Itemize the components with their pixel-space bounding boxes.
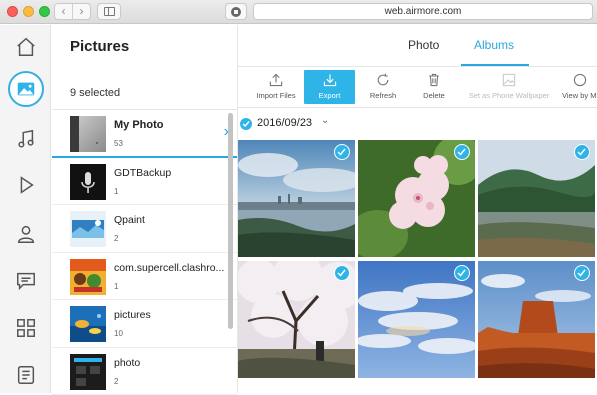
upload-icon [268, 72, 284, 88]
trash-icon [426, 72, 442, 88]
tab-albums[interactable]: Albums [474, 38, 514, 52]
rail-item-pictures[interactable] [0, 69, 51, 109]
view-by-button[interactable]: View by M [562, 70, 597, 104]
photo-thumbnail[interactable] [358, 261, 475, 378]
apps-icon [15, 317, 37, 339]
photo-thumbnail[interactable] [478, 261, 595, 378]
set-wallpaper-label: Set as Phone Wallpaper [469, 91, 550, 100]
photo-thumbnail[interactable] [238, 261, 355, 378]
album-thumbnail [70, 211, 106, 247]
album-count: 10 [114, 329, 123, 338]
group-date: 2016/09/23 [257, 117, 312, 129]
back-arrow-icon[interactable]: ‹ [55, 4, 73, 19]
active-tab-indicator [461, 64, 529, 66]
photo-thumbnail[interactable] [238, 140, 355, 257]
refresh-label: Refresh [370, 91, 396, 100]
album-name: pictures [114, 309, 226, 321]
download-icon [322, 72, 338, 88]
set-wallpaper-button[interactable]: Set as Phone Wallpaper [464, 70, 554, 104]
list-item[interactable]: My Photo 53 › [52, 110, 237, 158]
check-icon [242, 120, 250, 128]
rail-item-apps[interactable] [0, 308, 51, 348]
list-scrollbar[interactable] [228, 113, 233, 329]
album-name: com.supercell.clashro... [114, 262, 226, 274]
selected-check-icon [454, 144, 470, 160]
sidebar-icon [104, 7, 115, 16]
album-count: 53 [114, 139, 123, 148]
forward-arrow-icon[interactable]: › [73, 4, 90, 19]
album-count: 1 [114, 282, 118, 291]
nav-rail [0, 25, 51, 393]
rail-item-music[interactable] [0, 119, 51, 159]
selected-check-icon [454, 265, 470, 281]
sidebar-toggle-button[interactable] [97, 3, 121, 20]
photo-thumbnail[interactable] [478, 140, 595, 257]
import-files-label: Import Files [256, 91, 295, 100]
main-panel: Photo Albums Import Files Export Refresh… [238, 25, 597, 393]
extension-icon [231, 7, 241, 17]
list-item[interactable]: com.supercell.clashro... 1 [52, 253, 237, 301]
photo-thumbnail[interactable] [358, 140, 475, 257]
pictures-icon [15, 78, 37, 100]
chevron-down-icon[interactable]: ⌄ [321, 115, 329, 126]
rail-item-home[interactable] [0, 27, 51, 67]
rail-item-videos[interactable] [0, 165, 51, 205]
rail-active-indicator [8, 71, 44, 107]
album-thumbnail [70, 306, 106, 342]
export-button[interactable]: Export [304, 70, 355, 104]
album-name: photo [114, 357, 226, 369]
album-name: Qpaint [114, 214, 226, 226]
view-by-label: View by M [562, 91, 596, 100]
selected-count: 9 selected [70, 87, 120, 99]
documents-icon [15, 364, 37, 386]
selected-check-icon [334, 144, 350, 160]
list-item[interactable]: GDTBackup 1 [52, 158, 237, 206]
contacts-icon [15, 223, 37, 245]
list-item[interactable]: Qpaint 2 [52, 205, 237, 253]
selected-check-icon [334, 265, 350, 281]
history-nav: ‹ › [54, 3, 91, 20]
refresh-button[interactable]: Refresh [362, 70, 404, 104]
refresh-icon [375, 72, 391, 88]
browser-toolbar: ‹ › web.airmore.com [0, 0, 597, 24]
album-name: My Photo [114, 119, 226, 131]
close-window-button[interactable] [7, 6, 18, 17]
album-count: 2 [114, 377, 118, 386]
delete-label: Delete [423, 91, 445, 100]
album-panel: Pictures 9 selected My Photo 53 › GDTBac… [52, 25, 237, 393]
wallpaper-icon [501, 72, 517, 88]
album-thumbnail [70, 259, 106, 295]
import-files-button[interactable]: Import Files [252, 70, 300, 104]
album-count: 2 [114, 234, 118, 243]
list-item[interactable]: pictures 10 [52, 300, 237, 348]
export-label: Export [319, 91, 341, 100]
extension-button[interactable] [225, 3, 247, 20]
page-title: Pictures [70, 38, 129, 55]
music-icon [15, 128, 37, 150]
rail-item-documents[interactable] [0, 355, 51, 395]
selected-check-icon [574, 265, 590, 281]
album-count: 1 [114, 187, 118, 196]
photo-grid [238, 140, 597, 393]
album-thumbnail [70, 164, 106, 200]
rail-item-messages[interactable] [0, 261, 51, 301]
home-icon [15, 36, 37, 58]
album-list: My Photo 53 › GDTBackup 1 Qpaint 2 com.s… [52, 110, 237, 395]
group-checkbox[interactable] [240, 118, 252, 130]
album-thumbnail [70, 354, 106, 390]
maximize-window-button[interactable] [39, 6, 50, 17]
album-thumbnail [70, 116, 106, 152]
messages-icon [15, 270, 37, 292]
album-name: GDTBackup [114, 167, 226, 179]
action-toolbar: Import Files Export Refresh Delete Set a… [238, 68, 597, 108]
address-bar[interactable]: web.airmore.com [253, 3, 593, 20]
video-icon [15, 174, 37, 196]
view-icon [572, 72, 588, 88]
minimize-window-button[interactable] [23, 6, 34, 17]
list-item[interactable]: photo 2 [52, 348, 237, 395]
rail-item-contacts[interactable] [0, 214, 51, 254]
selected-check-icon [574, 144, 590, 160]
view-tabs: Photo Albums [238, 25, 597, 67]
delete-button[interactable]: Delete [414, 70, 454, 104]
